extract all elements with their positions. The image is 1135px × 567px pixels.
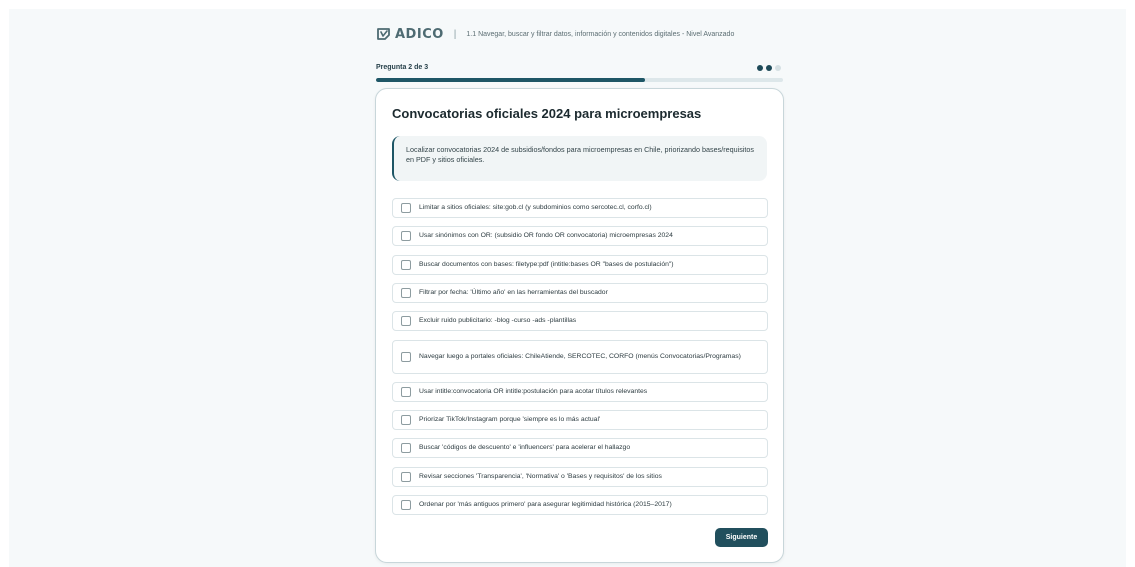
logo: ADICO (376, 27, 444, 42)
option-checkbox[interactable] (401, 231, 411, 242)
option-checkbox[interactable] (401, 471, 411, 482)
option-checkbox[interactable] (401, 443, 411, 454)
step-dots (757, 65, 781, 71)
header-separator: | (453, 29, 457, 40)
option-checkbox[interactable] (401, 415, 411, 426)
option-label: Excluir ruido publicitario: -blog -curso… (419, 317, 577, 325)
option-item[interactable]: Filtrar por fecha: 'Último año' en las h… (392, 282, 768, 303)
logo-text: ADICO (395, 27, 444, 42)
option-item[interactable]: Buscar documentos con bases: filetype:pd… (392, 254, 768, 275)
option-item[interactable]: Priorizar TikTok/Instagram porque 'siemp… (392, 410, 768, 431)
option-checkbox[interactable] (401, 203, 411, 213)
option-checkbox[interactable] (401, 316, 411, 327)
step-dot-3 (775, 65, 781, 71)
option-label: Usar sinónimos con OR: (subsidio OR fond… (419, 232, 673, 240)
progress-bar-fill (376, 78, 645, 82)
option-checkbox[interactable] (401, 500, 411, 510)
option-item[interactable]: Excluir ruido publicitario: -blog -curso… (392, 311, 768, 332)
option-item[interactable]: Navegar luego a portales oficiales: Chil… (392, 339, 768, 374)
option-label: Buscar 'códigos de descuento' e 'influen… (419, 444, 631, 452)
header-subtitle: 1.1 Navegar, buscar y filtrar datos, inf… (466, 31, 735, 38)
progress-bar (376, 78, 783, 82)
header: ADICO | 1.1 Navegar, buscar y filtrar da… (376, 27, 734, 42)
option-checkbox[interactable] (401, 259, 411, 270)
next-button[interactable]: Siguiente (715, 528, 768, 547)
step-dot-2 (766, 65, 772, 71)
question-counter: Pregunta 2 de 3 (376, 64, 429, 71)
option-item[interactable]: Limitar a sitios oficiales: site:gob.cl … (392, 198, 768, 218)
option-label: Navegar luego a portales oficiales: Chil… (419, 352, 741, 360)
option-checkbox[interactable] (401, 351, 411, 362)
option-label: Buscar documentos con bases: filetype:pd… (419, 260, 674, 268)
option-item[interactable]: Usar sinónimos con OR: (subsidio OR fond… (392, 226, 768, 247)
option-label: Ordenar por 'más antiguos primero' para … (419, 501, 672, 508)
logo-mark-icon (377, 28, 390, 40)
option-label: Priorizar TikTok/Instagram porque 'siemp… (419, 416, 601, 424)
option-checkbox[interactable] (401, 386, 411, 397)
option-item[interactable]: Usar intitle:convocatoria OR intitle:pos… (392, 381, 768, 402)
option-label: Limitar a sitios oficiales: site:gob.cl … (419, 204, 652, 211)
question-card: Convocatorias oficiales 2024 para microe… (375, 88, 784, 563)
option-label: Revisar secciones 'Transparencia', 'Norm… (419, 472, 662, 480)
option-label: Filtrar por fecha: 'Último año' en las h… (419, 288, 608, 296)
option-item[interactable]: Buscar 'códigos de descuento' e 'influen… (392, 438, 768, 459)
option-item[interactable]: Ordenar por 'más antiguos primero' para … (392, 495, 768, 515)
step-dot-1 (757, 65, 763, 71)
question-description: Localizar convocatorias 2024 de subsidio… (392, 136, 767, 181)
question-title: Convocatorias oficiales 2024 para microe… (392, 106, 702, 121)
option-checkbox[interactable] (401, 287, 411, 298)
option-label: Usar intitle:convocatoria OR intitle:pos… (419, 387, 648, 395)
option-item[interactable]: Revisar secciones 'Transparencia', 'Norm… (392, 466, 768, 487)
